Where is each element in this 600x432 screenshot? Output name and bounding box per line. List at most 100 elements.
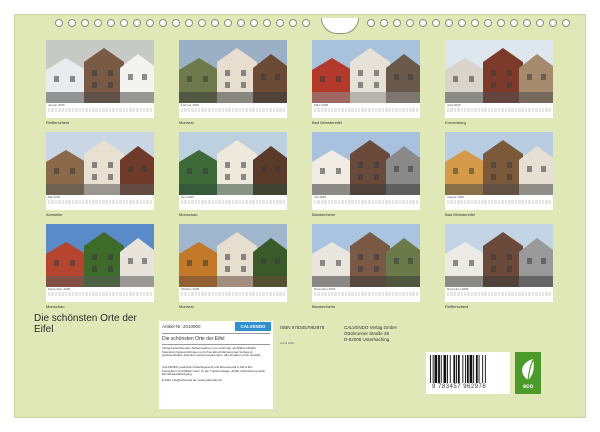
day-cell	[388, 292, 391, 296]
day-cell	[78, 200, 81, 204]
town-photo	[179, 40, 287, 103]
day-cell	[470, 108, 474, 112]
day-cell	[460, 108, 463, 112]
day-cell	[88, 108, 92, 112]
day-cell	[480, 108, 484, 112]
day-cell	[402, 200, 405, 204]
month-page: Mai 2025	[46, 132, 154, 210]
eco-badge: eco	[515, 352, 541, 394]
day-strip	[48, 108, 153, 112]
binding-ring	[185, 19, 193, 27]
day-cell	[508, 200, 511, 204]
day-cell	[64, 108, 68, 112]
day-cell	[225, 108, 228, 112]
month-page: September 2025	[46, 224, 154, 302]
day-cell	[391, 108, 395, 112]
day-cell	[511, 108, 514, 112]
barcode-bar	[438, 355, 440, 383]
day-cell	[211, 200, 214, 204]
photo-caption: Ahrweiler	[46, 212, 63, 217]
day-cell	[504, 292, 508, 296]
day-cell	[470, 200, 474, 204]
day-cell	[415, 292, 419, 296]
month-page: Juni 2025	[179, 132, 287, 210]
day-cell	[398, 108, 402, 112]
barcode-bar	[434, 355, 438, 383]
photo-caption: Reifferscheid	[46, 120, 70, 125]
day-cell	[467, 292, 470, 296]
day-cell	[351, 292, 354, 296]
day-cell	[136, 200, 139, 204]
binding-ring	[94, 19, 102, 27]
day-cell	[231, 292, 235, 296]
month-page: Oktober 2025	[179, 224, 287, 302]
barcode-bar	[447, 355, 448, 383]
day-cell	[112, 292, 115, 296]
day-cell	[191, 108, 194, 112]
town-photo	[46, 132, 154, 195]
day-cell	[395, 292, 398, 296]
day-cell	[467, 200, 470, 204]
day-cell	[480, 292, 484, 296]
day-cell	[214, 200, 218, 204]
day-cell	[545, 292, 548, 296]
day-cell	[494, 200, 497, 204]
barcode-bar	[449, 355, 451, 383]
barcode-bar	[430, 355, 431, 383]
day-cell	[258, 108, 262, 112]
eco-label: eco	[522, 384, 534, 390]
barcode-bar	[473, 355, 475, 383]
leaf-icon	[522, 359, 534, 381]
binding-ring	[406, 19, 414, 27]
day-cell	[238, 108, 242, 112]
hanger-notch	[321, 18, 359, 34]
day-cell	[102, 108, 105, 112]
day-cell	[258, 200, 262, 204]
day-cell	[194, 200, 197, 204]
day-cell	[405, 108, 408, 112]
day-cell	[279, 200, 282, 204]
day-cell	[341, 292, 344, 296]
month-label: März 2025	[314, 103, 329, 107]
day-cell	[272, 200, 275, 204]
day-cell	[388, 200, 391, 204]
spiral-binding	[55, 18, 575, 34]
binding-ring	[289, 19, 297, 27]
day-cell	[221, 200, 225, 204]
day-cell	[225, 200, 228, 204]
day-cell	[334, 292, 337, 296]
day-cell	[508, 108, 511, 112]
month-label: Februar 2025	[181, 103, 200, 107]
day-cell	[245, 292, 248, 296]
day-strip	[181, 292, 286, 296]
day-cell	[385, 292, 388, 296]
day-cell	[408, 292, 412, 296]
month-label: Dezember 2025	[447, 287, 469, 291]
day-cell	[105, 108, 109, 112]
day-cell	[358, 108, 361, 112]
calendar-title: Die schönsten Orte der Eifel	[34, 313, 137, 335]
day-cell	[218, 200, 221, 204]
day-cell	[78, 108, 81, 112]
day-cell	[242, 200, 245, 204]
day-cell	[334, 108, 337, 112]
day-cell	[381, 200, 385, 204]
divider	[162, 333, 270, 334]
barcode-bar	[484, 355, 486, 383]
day-cell	[181, 108, 184, 112]
day-cell	[334, 200, 337, 204]
day-cell	[208, 292, 211, 296]
day-cell	[136, 108, 139, 112]
day-cell	[408, 200, 412, 204]
day-strip	[48, 292, 153, 296]
day-cell	[51, 292, 54, 296]
day-cell	[497, 200, 501, 204]
day-cell	[139, 292, 142, 296]
day-cell	[125, 200, 129, 204]
day-cell	[371, 108, 375, 112]
day-cell	[361, 292, 364, 296]
day-cell	[218, 292, 221, 296]
day-cell	[497, 108, 501, 112]
day-cell	[511, 200, 514, 204]
day-cell	[201, 200, 204, 204]
